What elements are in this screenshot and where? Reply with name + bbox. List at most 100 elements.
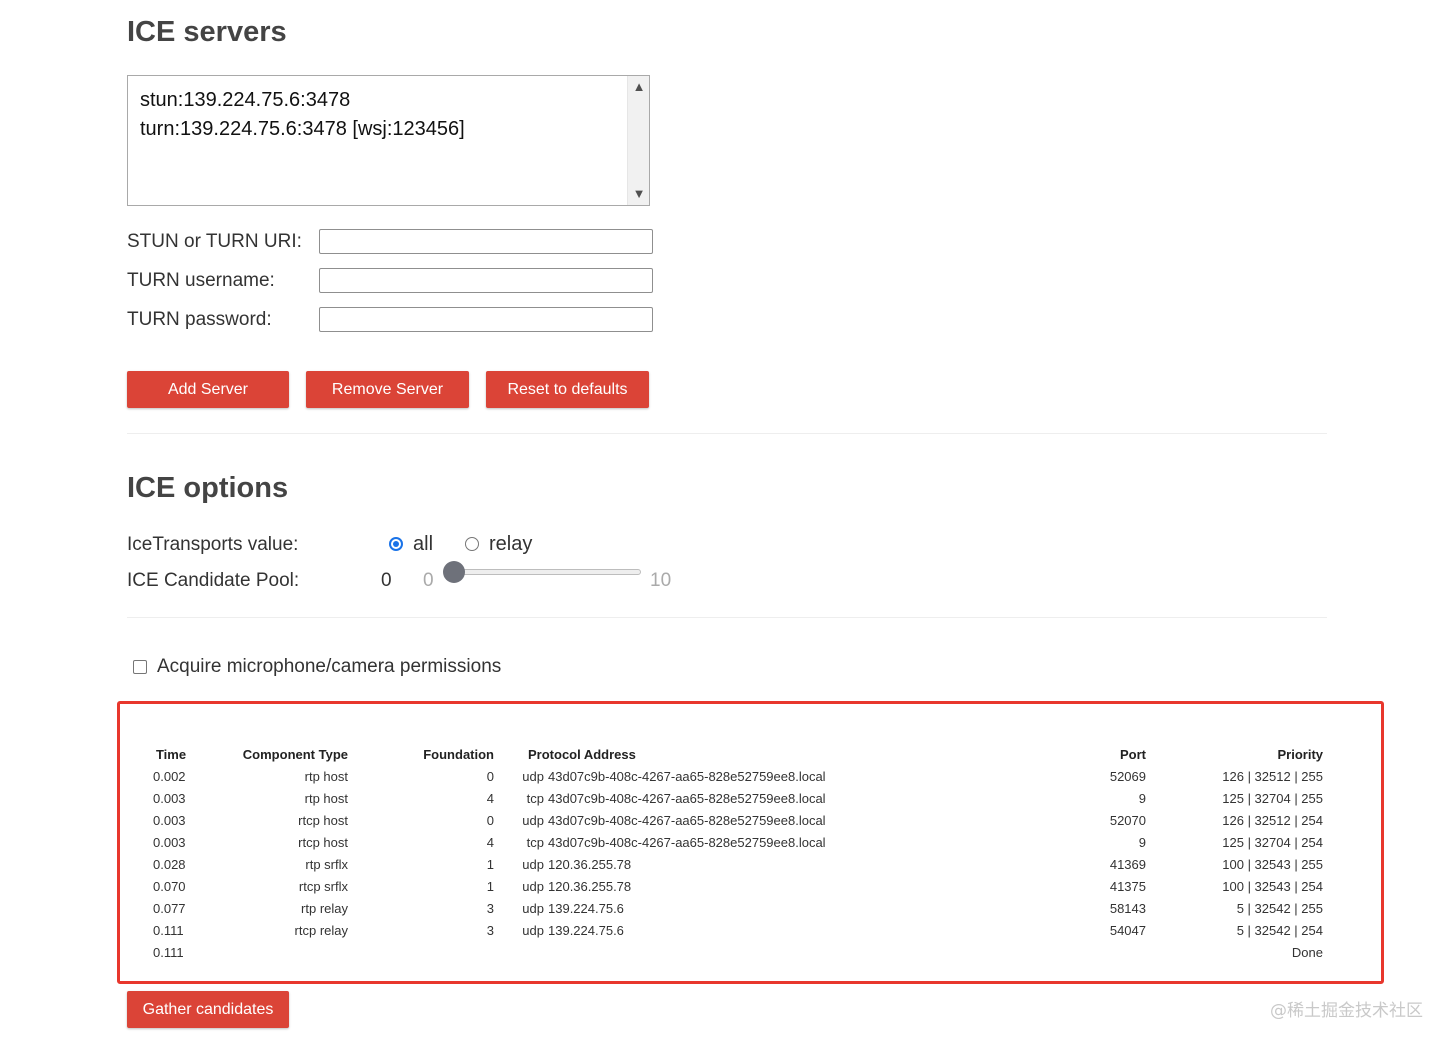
cell-protocol-address: tcp 43d07c9b-408c-4267-aa65-828e52759ee8.…: [500, 831, 912, 853]
scroll-up-icon[interactable]: ▲: [628, 78, 650, 96]
cell-protocol-address: udp 120.36.255.78: [500, 853, 912, 875]
acquire-permissions-checkbox[interactable]: [133, 660, 147, 674]
cell-protocol: udp: [522, 812, 544, 828]
header-foundation: Foundation: [423, 746, 494, 762]
cell-component: rtcp host: [298, 812, 348, 828]
turn-username-input[interactable]: [319, 268, 653, 293]
cell-priority: 5 | 32542 | 255: [1236, 900, 1323, 916]
candidates-header-row: Time Component Type Foundation Protocol …: [147, 743, 1329, 765]
watermark-text: @稀土掘金技术社区: [1270, 1001, 1423, 1021]
cell-component: rtp srflx: [305, 856, 348, 872]
section-divider: [127, 433, 1327, 434]
cell-time: 0.003: [153, 812, 186, 828]
cell-protocol-address: tcp 43d07c9b-408c-4267-aa65-828e52759ee8.…: [500, 787, 912, 809]
add-server-button[interactable]: Add Server: [127, 371, 289, 408]
cell-port: 41369: [1109, 856, 1146, 872]
cell-address: 43d07c9b-408c-4267-aa65-828e52759ee8.loc…: [548, 768, 826, 784]
turn-username-label: TURN username:: [127, 270, 275, 291]
cell-foundation: 1: [486, 856, 494, 872]
cell-port: 52069: [1109, 768, 1146, 784]
server-list-items: stun:139.224.75.6:3478 turn:139.224.75.6…: [140, 86, 465, 144]
table-row: 0.070 rtcp srflx 1 udp 120.36.255.78 4137…: [147, 875, 1329, 897]
server-list-item[interactable]: turn:139.224.75.6:3478 [wsj:123456]: [140, 115, 465, 144]
cell-time: 0.028: [153, 856, 186, 872]
cell-time: 0.070: [153, 878, 186, 894]
reset-defaults-button[interactable]: Reset to defaults: [486, 371, 649, 408]
cell-protocol-address: udp 139.224.75.6: [500, 897, 912, 919]
stun-turn-uri-label: STUN or TURN URI:: [127, 231, 302, 252]
ice-options-heading: ICE options: [127, 472, 289, 504]
cell-foundation: 4: [486, 790, 494, 806]
cell-foundation: 0: [486, 768, 494, 784]
transport-all-radio[interactable]: [389, 537, 403, 551]
candidate-pool-slider-track[interactable]: [452, 569, 641, 575]
cell-protocol: udp: [522, 856, 544, 872]
cell-time: 0.077: [153, 900, 186, 916]
cell-port: 58143: [1109, 900, 1146, 916]
cell-foundation: 4: [486, 834, 494, 850]
transport-relay-label[interactable]: relay: [489, 533, 532, 556]
cell-final-time: 0.111: [153, 944, 184, 960]
table-row: 0.077 rtp relay 3 udp 139.224.75.6 58143 …: [147, 897, 1329, 919]
cell-protocol: tcp: [526, 790, 544, 806]
cell-time: 0.111: [153, 922, 184, 938]
cell-foundation: 1: [486, 878, 494, 894]
cell-priority: 126 | 32512 | 255: [1222, 768, 1323, 784]
ice-transports-label: IceTransports value:: [127, 534, 299, 555]
candidate-pool-slider-thumb[interactable]: [443, 561, 465, 583]
remove-server-button[interactable]: Remove Server: [306, 371, 469, 408]
cell-priority: 100 | 32543 | 254: [1222, 878, 1323, 894]
server-list-item[interactable]: stun:139.224.75.6:3478: [140, 86, 465, 115]
pool-range-max: 10: [650, 570, 672, 591]
header-component-type: Component Type: [242, 746, 348, 762]
table-row: 0.003 rtcp host 4 tcp 43d07c9b-408c-4267-…: [147, 831, 1329, 853]
cell-foundation: 0: [486, 812, 494, 828]
cell-protocol: udp: [522, 878, 544, 894]
cell-port: 9: [1138, 790, 1146, 806]
cell-port: 41375: [1109, 878, 1146, 894]
header-protocol-address: Protocol Address: [528, 746, 636, 762]
cell-port: 52070: [1109, 812, 1146, 828]
table-row: 0.002 rtp host 0 udp 43d07c9b-408c-4267-a…: [147, 765, 1329, 787]
scroll-down-icon[interactable]: ▼: [628, 185, 650, 203]
section-divider: [127, 617, 1327, 618]
cell-address: 43d07c9b-408c-4267-aa65-828e52759ee8.loc…: [548, 790, 826, 806]
cell-foundation: 3: [486, 922, 494, 938]
ice-server-list[interactable]: stun:139.224.75.6:3478 turn:139.224.75.6…: [127, 75, 650, 206]
cell-protocol-address: udp 139.224.75.6: [500, 919, 912, 941]
server-list-scrollbar[interactable]: ▲ ▼: [627, 76, 649, 205]
cell-protocol: udp: [522, 768, 544, 784]
cell-protocol-address: udp 43d07c9b-408c-4267-aa65-828e52759ee8.…: [500, 765, 912, 787]
cell-component: rtcp relay: [294, 922, 348, 938]
candidates-table: Time Component Type Foundation Protocol …: [147, 743, 1329, 963]
cell-address: 139.224.75.6: [548, 922, 624, 938]
cell-port: 54047: [1109, 922, 1146, 938]
cell-protocol: tcp: [526, 834, 544, 850]
gather-candidates-button[interactable]: Gather candidates: [127, 991, 289, 1028]
cell-port: 9: [1138, 834, 1146, 850]
cell-component: rtcp host: [298, 834, 348, 850]
cell-foundation: 3: [486, 900, 494, 916]
cell-time: 0.003: [153, 790, 186, 806]
cell-protocol-address: udp 120.36.255.78: [500, 875, 912, 897]
transport-relay-radio[interactable]: [465, 537, 479, 551]
cell-address: 139.224.75.6: [548, 900, 624, 916]
table-row: 0.111 rtcp relay 3 udp 139.224.75.6 54047…: [147, 919, 1329, 941]
acquire-permissions-label[interactable]: Acquire microphone/camera permissions: [157, 656, 501, 678]
cell-final-status: Done: [1291, 944, 1323, 960]
cell-protocol-address: udp 43d07c9b-408c-4267-aa65-828e52759ee8.…: [500, 809, 912, 831]
cell-component: rtp host: [304, 768, 348, 784]
turn-password-input[interactable]: [319, 307, 653, 332]
transport-all-label[interactable]: all: [413, 533, 433, 556]
candidate-pool-value: 0: [381, 570, 392, 591]
table-row: 0.003 rtp host 4 tcp 43d07c9b-408c-4267-a…: [147, 787, 1329, 809]
stun-turn-uri-input[interactable]: [319, 229, 653, 254]
pool-range-min: 0: [423, 570, 434, 591]
cell-time: 0.002: [153, 768, 186, 784]
ice-servers-heading: ICE servers: [127, 16, 287, 48]
cell-component: rtp relay: [301, 900, 348, 916]
cell-priority: 125 | 32704 | 255: [1222, 790, 1323, 806]
cell-component: rtp host: [304, 790, 348, 806]
cell-priority: 5 | 32542 | 254: [1236, 922, 1323, 938]
cell-component: rtcp srflx: [298, 878, 348, 894]
